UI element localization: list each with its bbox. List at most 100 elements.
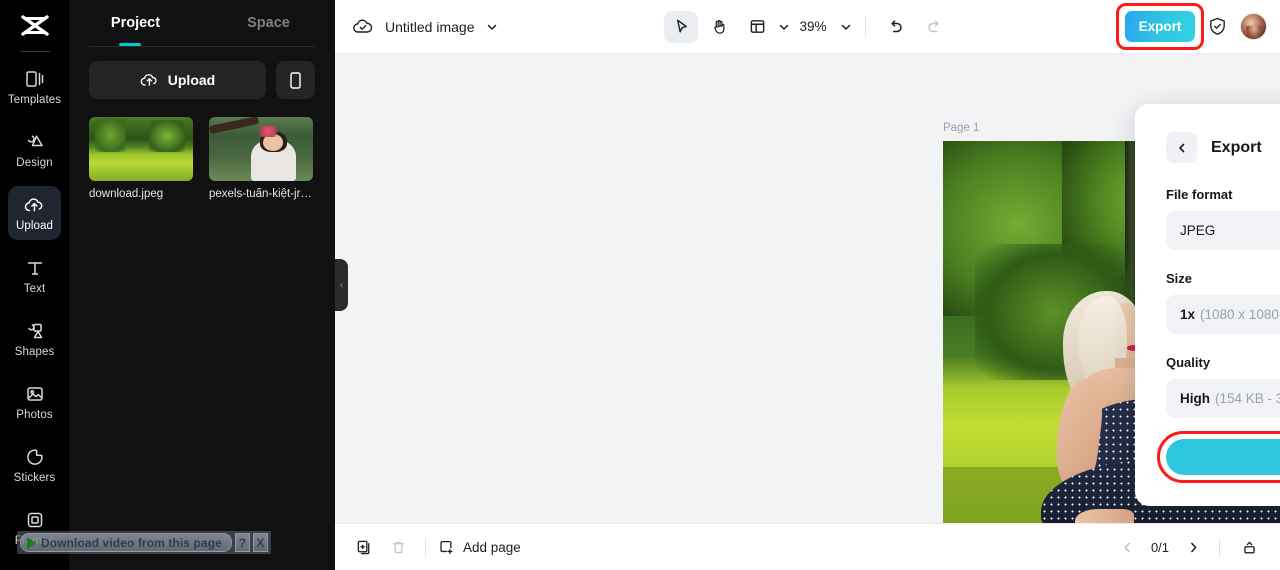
- add-page-label: Add page: [463, 539, 521, 555]
- media-thumbnail-image: [209, 117, 313, 181]
- download-helper-overlay: Download video from this page ? X: [17, 531, 271, 554]
- undo-button[interactable]: [879, 11, 913, 43]
- templates-icon: [24, 68, 46, 90]
- layout-chevron-down-icon[interactable]: [778, 21, 790, 33]
- upload-button[interactable]: Upload: [89, 61, 266, 99]
- page-label: Page 1: [943, 122, 980, 134]
- play-triangle-icon: [27, 536, 36, 549]
- sidebar-item-shapes[interactable]: Shapes: [8, 312, 61, 366]
- size-value: 1x: [1180, 307, 1196, 322]
- media-item-name: pexels-tuấn-kiệt-jr-1...: [209, 188, 313, 200]
- hand-pan-icon: [711, 18, 728, 35]
- add-page-button[interactable]: Add page: [438, 539, 521, 556]
- hand-pan-tool[interactable]: [702, 11, 736, 43]
- sidebar-item-stickers[interactable]: Stickers: [8, 438, 61, 492]
- sidebar-item-label: Stickers: [13, 472, 56, 484]
- download-button-wrapper: Download: [1157, 431, 1280, 483]
- chevron-left-icon: ‹: [339, 279, 344, 291]
- shapes-icon: [24, 320, 46, 342]
- shield-check-icon[interactable]: [1207, 16, 1228, 37]
- download-helper-close-button[interactable]: X: [252, 533, 268, 552]
- upload-button-label: Upload: [167, 72, 216, 88]
- export-button[interactable]: Export: [1125, 11, 1195, 42]
- download-button[interactable]: Download: [1166, 439, 1280, 475]
- panel-collapse-handle[interactable]: ‹: [335, 259, 348, 311]
- page-navigation: 0/1: [1115, 532, 1264, 562]
- toolbar-divider: [864, 16, 866, 37]
- next-page-button[interactable]: [1181, 535, 1205, 559]
- timeline-toggle-button[interactable]: [1234, 532, 1264, 562]
- duplicate-page-button[interactable]: [349, 532, 379, 562]
- upload-from-mobile-button[interactable]: [276, 61, 315, 99]
- tab-active-indicator: [119, 43, 141, 46]
- trash-icon: [390, 539, 407, 556]
- zoom-level-value[interactable]: 39%: [799, 19, 826, 34]
- sidebar-item-label: Templates: [7, 94, 62, 106]
- sidebar-item-upload[interactable]: Upload: [8, 186, 61, 240]
- zoom-chevron-down-icon[interactable]: [840, 21, 852, 33]
- timeline-toggle-icon: [1241, 539, 1258, 556]
- panel-tab-bar: Project Space: [69, 0, 335, 46]
- sidebar-item-label: Design: [16, 157, 53, 169]
- project-panel: Project Space Upload download.jpeg pexel…: [69, 0, 335, 570]
- chevron-left-icon: [1176, 142, 1188, 154]
- layout-grid-tool[interactable]: [740, 11, 774, 43]
- media-item[interactable]: pexels-tuấn-kiệt-jr-1...: [209, 117, 313, 200]
- export-panel: Export File format JPEG Size 1x (1080 x …: [1135, 104, 1280, 506]
- download-helper-help-button[interactable]: ?: [234, 533, 250, 552]
- tab-space[interactable]: Space: [202, 0, 335, 46]
- capcut-logo-icon[interactable]: [18, 12, 52, 42]
- file-format-select[interactable]: JPEG: [1166, 211, 1280, 250]
- sidebar-item-photos[interactable]: Photos: [8, 375, 61, 429]
- rail-divider: [19, 51, 50, 52]
- photos-icon: [24, 383, 46, 405]
- download-helper-label: Download video from this page: [41, 535, 222, 550]
- main-area: Untitled image 39% Export Page 1 Export …: [335, 0, 1280, 570]
- quality-detail: (154 KB - 308 KB): [1215, 391, 1280, 406]
- media-item-name: download.jpeg: [89, 188, 164, 200]
- tab-project[interactable]: Project: [69, 0, 202, 46]
- bottom-divider: [425, 537, 426, 557]
- sidebar-item-templates[interactable]: Templates: [8, 60, 61, 114]
- size-select[interactable]: 1x (1080 x 1080 px): [1166, 295, 1280, 334]
- media-item[interactable]: download.jpeg: [89, 117, 193, 200]
- chevron-down-icon[interactable]: [486, 21, 498, 33]
- quality-label: Quality: [1166, 355, 1211, 370]
- sidebar-item-design[interactable]: Design: [8, 123, 61, 177]
- quality-value: High: [1180, 391, 1210, 406]
- stickers-icon: [24, 446, 46, 468]
- redo-icon: [925, 18, 943, 36]
- duplicate-page-icon: [356, 539, 373, 556]
- design-icon: [24, 131, 46, 153]
- top-toolbar: Untitled image 39% Export: [335, 0, 1280, 54]
- quality-select[interactable]: High (154 KB - 308 KB): [1166, 379, 1280, 418]
- mobile-phone-icon: [288, 71, 303, 90]
- document-title[interactable]: Untitled image: [385, 19, 475, 35]
- text-icon: [24, 257, 46, 279]
- export-button-wrapper: Export: [1116, 3, 1204, 50]
- download-helper-button[interactable]: Download video from this page: [20, 533, 232, 552]
- redo-button[interactable]: [917, 11, 951, 43]
- cursor-select-tool[interactable]: [664, 10, 699, 43]
- bottom-divider: [1219, 537, 1220, 557]
- export-back-button[interactable]: [1166, 132, 1197, 163]
- sidebar-item-label: Upload: [15, 220, 54, 232]
- export-panel-header: Export: [1166, 132, 1280, 163]
- prev-page-button[interactable]: [1115, 535, 1139, 559]
- bottom-toolbar: Add page 0/1: [335, 523, 1280, 570]
- app-root: Templates Design Upload Text Shapes Phot…: [0, 0, 1280, 570]
- canvas-area[interactable]: Page 1 Export File format JPEG Size 1x (…: [335, 54, 1280, 523]
- upload-cloud-icon: [140, 71, 159, 90]
- layout-grid-icon: [749, 18, 766, 35]
- sidebar-item-label: Photos: [16, 409, 53, 421]
- add-page-icon: [438, 539, 455, 556]
- file-format-value: JPEG: [1180, 223, 1216, 238]
- delete-page-button[interactable]: [383, 532, 413, 562]
- avatar[interactable]: [1240, 13, 1267, 40]
- sidebar-item-text[interactable]: Text: [8, 249, 61, 303]
- upload-row: Upload: [69, 47, 335, 99]
- export-panel-title: Export: [1211, 138, 1262, 156]
- size-label: Size: [1166, 271, 1193, 286]
- upload-cloud-icon: [24, 194, 46, 216]
- cloud-saved-icon[interactable]: [352, 16, 374, 38]
